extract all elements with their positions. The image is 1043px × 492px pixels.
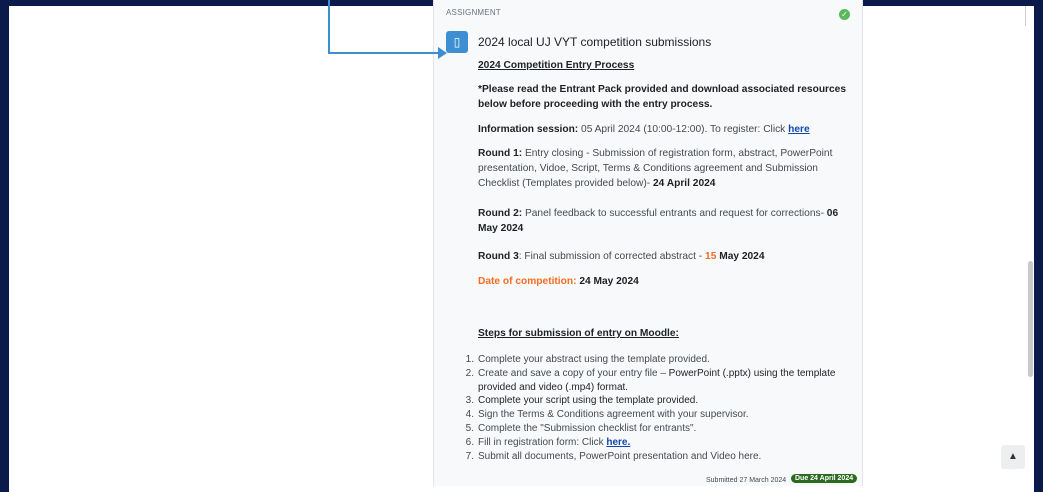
annotation-arrow (328, 0, 447, 59)
